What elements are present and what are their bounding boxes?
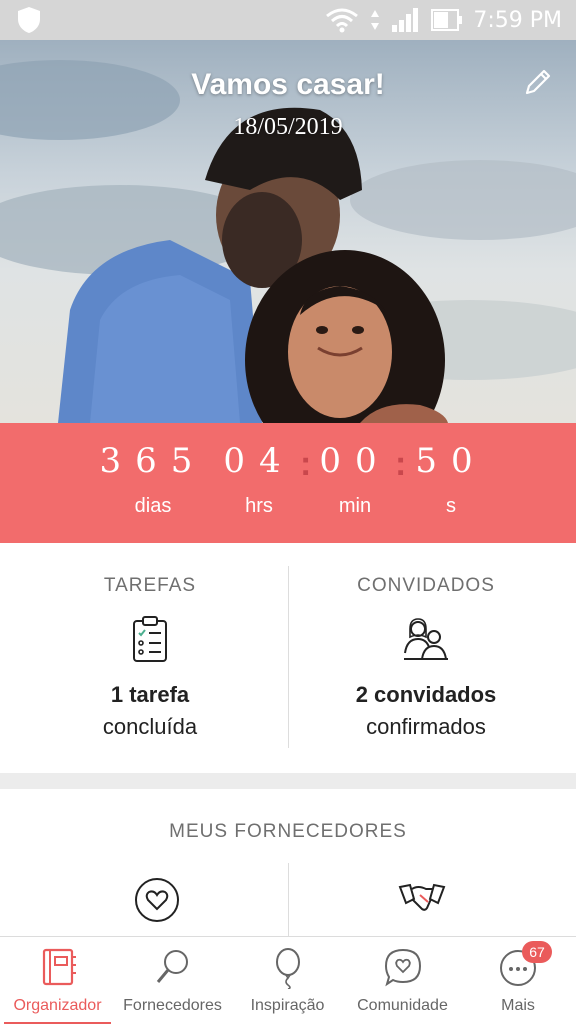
countdown-hours: 04 hrs (222, 441, 296, 518)
handshake-icon[interactable] (398, 881, 446, 915)
nav-label: Fornecedores (123, 997, 222, 1014)
tasks-status: concluída (102, 714, 198, 739)
vendors-section: MEUS FORNECEDORES (0, 789, 576, 936)
colon-separator: : (300, 445, 312, 483)
clock: 7:59 PM (473, 7, 562, 33)
search-icon (156, 950, 188, 983)
battery-icon (431, 9, 463, 31)
days-label: dias (134, 495, 172, 517)
nav-inspiracao[interactable]: Inspiração (230, 937, 345, 1024)
hours-value: 04 (223, 441, 295, 481)
nav-mais[interactable]: 67 Mais (460, 937, 576, 1024)
shield-icon (18, 7, 40, 33)
seconds-value: 50 (415, 441, 487, 481)
nav-fornecedores[interactable]: Fornecedores (115, 937, 230, 1024)
event-title: Vamos casar! (191, 68, 385, 101)
guests-card[interactable]: CONVIDADOS 2 convidados confirmados (282, 543, 570, 773)
seconds-label: s (446, 495, 456, 517)
nav-label: Mais (501, 997, 535, 1014)
hero-photo[interactable]: Vamos casar! 18/05/2019 (0, 40, 576, 423)
countdown-minutes: 00 min (318, 441, 392, 518)
wifi-icon (326, 8, 359, 33)
signal-icon (392, 8, 419, 32)
tasks-card[interactable]: TAREFAS 1 tarefa concluída (6, 543, 294, 773)
nav-comunidade[interactable]: Comunidade (345, 937, 460, 1024)
tasks-count: 1 tarefa (110, 682, 190, 707)
couple-guests-icon (404, 618, 448, 660)
chat-heart-icon (384, 948, 421, 987)
days-value: 365 (99, 441, 207, 481)
heart-circle-icon[interactable] (134, 877, 180, 923)
nav-organizador[interactable]: Organizador (0, 937, 115, 1024)
vendors-heading: MEUS FORNECEDORES (169, 821, 407, 842)
tasks-heading: TAREFAS (103, 575, 197, 596)
countdown-banner: 365 dias 04 hrs : 00 min : 50 s (0, 423, 576, 543)
notification-badge: 67 (522, 941, 552, 963)
vendors-divider (288, 863, 289, 936)
balloon-icon (275, 948, 300, 989)
nav-label: Comunidade (357, 997, 448, 1014)
data-arrows-icon (371, 10, 380, 30)
section-divider (0, 773, 576, 789)
minutes-value: 00 (319, 441, 391, 481)
minutes-label: min (338, 495, 372, 517)
countdown-days: 365 dias (98, 441, 208, 518)
countdown-seconds: 50 s (414, 441, 488, 518)
nav-label: Organizador (13, 997, 102, 1014)
status-bar: 7:59 PM (0, 0, 576, 40)
stats-divider (288, 566, 289, 748)
guests-status: confirmados (366, 714, 486, 739)
clipboard-checklist-icon (133, 616, 167, 662)
colon-separator: : (395, 445, 407, 483)
notebook-icon (42, 948, 76, 986)
event-date: 18/05/2019 (233, 114, 343, 140)
guests-heading: CONVIDADOS (357, 575, 495, 596)
hours-label: hrs (245, 495, 273, 517)
guests-count: 2 convidados (355, 682, 497, 707)
nav-label: Inspiração (250, 997, 325, 1014)
edit-pencil-icon[interactable] (522, 66, 554, 98)
bottom-navigation: Organizador Fornecedores Inspiração Comu… (0, 936, 576, 1024)
